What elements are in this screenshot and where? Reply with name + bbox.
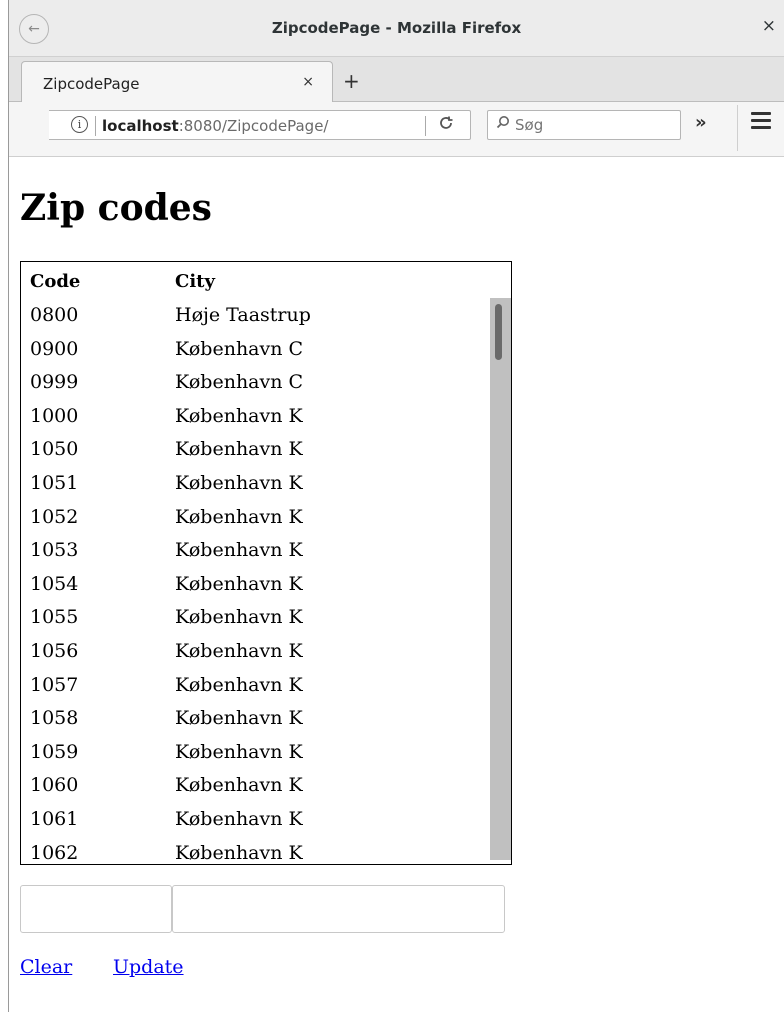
header-code: Code bbox=[30, 271, 81, 292]
city-name: København K bbox=[175, 539, 303, 562]
toolbar-divider bbox=[737, 105, 738, 151]
url-text[interactable]: localhost:8080/ZipcodePage/ bbox=[102, 117, 328, 135]
city-name: København K bbox=[175, 640, 303, 662]
city-name: København K bbox=[175, 438, 303, 461]
clear-link[interactable]: Clear bbox=[20, 956, 72, 978]
scrollbar[interactable] bbox=[490, 298, 511, 860]
city-name: København K bbox=[175, 505, 303, 528]
zip-code: 0800 bbox=[30, 304, 79, 326]
city-name: København K bbox=[175, 606, 303, 629]
reload-divider bbox=[425, 116, 426, 136]
info-icon[interactable]: i bbox=[71, 116, 88, 133]
zip-code: 0999 bbox=[30, 371, 79, 394]
city-name: København K bbox=[175, 841, 303, 864]
zip-code: 1061 bbox=[30, 808, 79, 830]
zip-code: 1054 bbox=[30, 572, 79, 595]
tab-label: ZipcodePage bbox=[43, 75, 140, 93]
new-tab-icon[interactable]: + bbox=[343, 69, 360, 93]
search-input[interactable] bbox=[515, 116, 665, 134]
page-title: Zip codes bbox=[20, 187, 212, 229]
city-name: København K bbox=[175, 808, 303, 830]
zip-code: 1056 bbox=[30, 640, 79, 662]
zip-code: 1060 bbox=[30, 774, 79, 797]
zipcode-code-input[interactable] bbox=[20, 885, 172, 933]
city-name: Høje Taastrup bbox=[175, 304, 311, 326]
header-city: City bbox=[175, 271, 215, 292]
url-path: :8080/ZipcodePage/ bbox=[178, 117, 329, 135]
city-name: København K bbox=[175, 572, 303, 595]
scrollbar-thumb[interactable] bbox=[495, 304, 502, 360]
tab-zipcodepage[interactable]: ZipcodePage × bbox=[21, 61, 333, 103]
zip-code: 1062 bbox=[30, 841, 79, 864]
zipcode-list[interactable]: Code City 0800 Høje Taastrup 0900 København… bbox=[20, 261, 512, 865]
overflow-chevron-icon[interactable]: » bbox=[695, 112, 707, 133]
tab-close-icon[interactable]: × bbox=[302, 74, 314, 90]
search-bar[interactable] bbox=[487, 110, 681, 140]
browser-window: ZipcodePage - Mozilla Firefox × ZipcodeP… bbox=[8, 0, 784, 1012]
zip-code: 1053 bbox=[30, 539, 79, 562]
window-title: ZipcodePage - Mozilla Firefox bbox=[271, 19, 522, 37]
hamburger-menu-icon[interactable] bbox=[751, 112, 771, 133]
zipcode-city-input[interactable] bbox=[172, 885, 505, 933]
city-name: København K bbox=[175, 472, 303, 494]
zip-code: 1057 bbox=[30, 673, 79, 696]
zip-code: 1050 bbox=[30, 438, 79, 461]
city-name: København K bbox=[175, 774, 303, 797]
url-bar[interactable]: i localhost:8080/ZipcodePage/ bbox=[49, 110, 471, 140]
tab-strip: ZipcodePage × + bbox=[9, 57, 784, 103]
window-close-icon[interactable]: × bbox=[762, 16, 776, 36]
page-content: Zip codes Code City 0800 Høje Taastrup 090… bbox=[9, 157, 784, 1012]
zip-code: 1055 bbox=[30, 606, 79, 629]
zip-code: 0900 bbox=[30, 337, 79, 360]
reload-icon[interactable] bbox=[438, 115, 454, 135]
search-icon bbox=[496, 115, 510, 133]
city-name: København C bbox=[175, 337, 304, 360]
zip-code: 1051 bbox=[30, 472, 79, 494]
city-name: København K bbox=[175, 707, 303, 730]
city-name: København K bbox=[175, 740, 303, 763]
city-name: København K bbox=[175, 404, 303, 427]
zip-code: 1000 bbox=[30, 404, 79, 427]
zip-code: 1059 bbox=[30, 740, 79, 763]
city-name: København K bbox=[175, 673, 303, 696]
update-link[interactable]: Update bbox=[113, 956, 184, 978]
city-name: København C bbox=[175, 371, 304, 394]
title-bar: ZipcodePage - Mozilla Firefox × bbox=[9, 0, 784, 57]
url-divider bbox=[95, 116, 96, 136]
back-arrow-icon[interactable]: ← bbox=[19, 14, 49, 44]
url-host: localhost bbox=[102, 117, 179, 135]
zip-code: 1058 bbox=[30, 707, 79, 730]
zip-code: 1052 bbox=[30, 505, 79, 528]
